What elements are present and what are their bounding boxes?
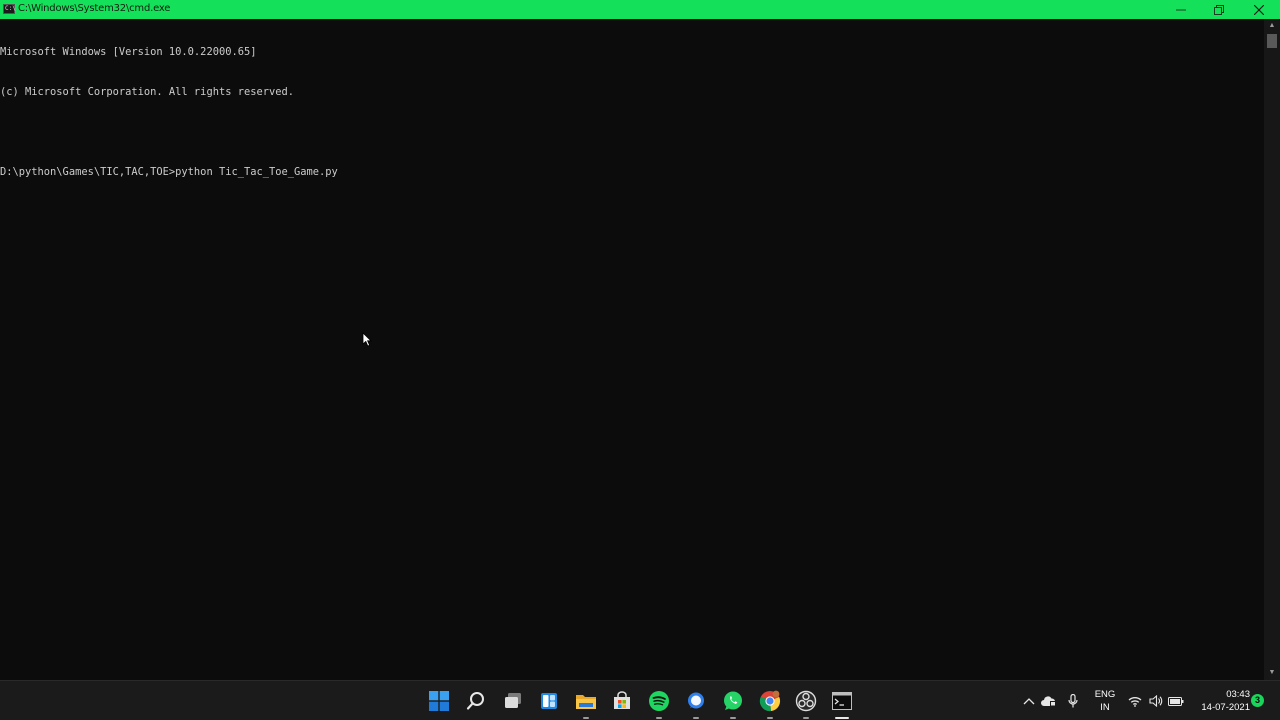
scroll-down-arrow-icon[interactable]: ▼ bbox=[1264, 668, 1280, 678]
minimize-icon bbox=[1176, 9, 1186, 10]
search-button[interactable] bbox=[462, 687, 490, 715]
volume-icon[interactable] bbox=[1148, 693, 1164, 709]
taskbar: ENG IN 03:43 14-07-2021 3 bbox=[0, 680, 1280, 720]
console-line: (c) Microsoft Corporation. All rights re… bbox=[0, 86, 295, 99]
chrome-icon bbox=[759, 690, 781, 712]
console-output[interactable]: Microsoft Windows [Version 10.0.22000.65… bbox=[0, 19, 1264, 680]
language-code: ENG bbox=[1094, 689, 1116, 700]
whatsapp-icon bbox=[724, 691, 742, 710]
widgets-button[interactable] bbox=[535, 687, 563, 715]
input-language-indicator[interactable]: ENG IN bbox=[1092, 688, 1118, 714]
scroll-up-arrow-icon[interactable]: ▲ bbox=[1264, 21, 1280, 31]
battery-icon[interactable] bbox=[1168, 693, 1184, 709]
region-code: IN bbox=[1100, 702, 1110, 713]
onedrive-cloud-icon[interactable] bbox=[1041, 693, 1057, 709]
cmd-app-icon: C:\ bbox=[3, 4, 16, 14]
console-command-line: D:\python\Games\TIC,TAC,TOE>python Tic_T… bbox=[0, 166, 338, 179]
task-view-icon bbox=[505, 693, 521, 708]
chrome-button[interactable] bbox=[756, 687, 784, 719]
search-icon bbox=[466, 692, 484, 710]
folder-icon bbox=[576, 695, 596, 709]
terminal-button[interactable] bbox=[828, 687, 856, 719]
close-button[interactable] bbox=[1240, 0, 1278, 19]
wifi-icon[interactable] bbox=[1127, 693, 1143, 709]
running-indicator bbox=[730, 717, 736, 719]
obs-icon bbox=[795, 690, 817, 712]
restore-button[interactable] bbox=[1200, 0, 1238, 19]
whatsapp-button[interactable] bbox=[719, 687, 747, 719]
clock-time: 03:43 bbox=[1226, 689, 1250, 700]
terminal-icon bbox=[832, 692, 852, 710]
messenger-button[interactable] bbox=[682, 687, 710, 719]
notification-badge[interactable]: 3 bbox=[1251, 694, 1264, 707]
widgets-icon bbox=[541, 693, 557, 709]
start-button[interactable] bbox=[425, 687, 453, 715]
task-view-button[interactable] bbox=[499, 687, 527, 715]
spotify-icon bbox=[649, 691, 669, 711]
clock[interactable]: 03:43 14-07-2021 bbox=[1192, 688, 1250, 714]
windows-logo-icon bbox=[429, 691, 449, 711]
running-indicator bbox=[803, 717, 809, 719]
show-hidden-icons-chevron-icon[interactable] bbox=[1021, 693, 1037, 709]
microphone-icon[interactable] bbox=[1065, 693, 1081, 709]
file-explorer-button[interactable] bbox=[572, 687, 600, 719]
close-icon bbox=[1254, 4, 1264, 15]
store-button[interactable] bbox=[608, 687, 636, 715]
console-line: Microsoft Windows [Version 10.0.22000.65… bbox=[0, 45, 257, 58]
vertical-scrollbar[interactable]: ▲ ▼ bbox=[1264, 19, 1280, 680]
store-icon bbox=[614, 691, 630, 709]
chat-bubble-icon bbox=[688, 692, 704, 709]
restore-icon bbox=[1214, 4, 1224, 15]
running-indicator bbox=[767, 717, 773, 719]
running-indicator bbox=[583, 717, 589, 719]
running-indicator bbox=[693, 717, 699, 719]
cmd-window: C:\ C:\Windows\System32\cmd.exe Microsof… bbox=[0, 0, 1280, 680]
running-indicator bbox=[656, 717, 662, 719]
spotify-button[interactable] bbox=[645, 687, 673, 719]
window-title: C:\Windows\System32\cmd.exe bbox=[18, 3, 171, 14]
clock-date: 14-07-2021 bbox=[1201, 702, 1250, 713]
obs-button[interactable] bbox=[792, 687, 820, 719]
minimize-button[interactable] bbox=[1162, 0, 1200, 19]
title-bar[interactable]: C:\ C:\Windows\System32\cmd.exe bbox=[0, 0, 1280, 19]
mouse-pointer-icon bbox=[362, 332, 372, 352]
scroll-thumb[interactable] bbox=[1267, 34, 1277, 48]
active-indicator bbox=[835, 717, 849, 719]
